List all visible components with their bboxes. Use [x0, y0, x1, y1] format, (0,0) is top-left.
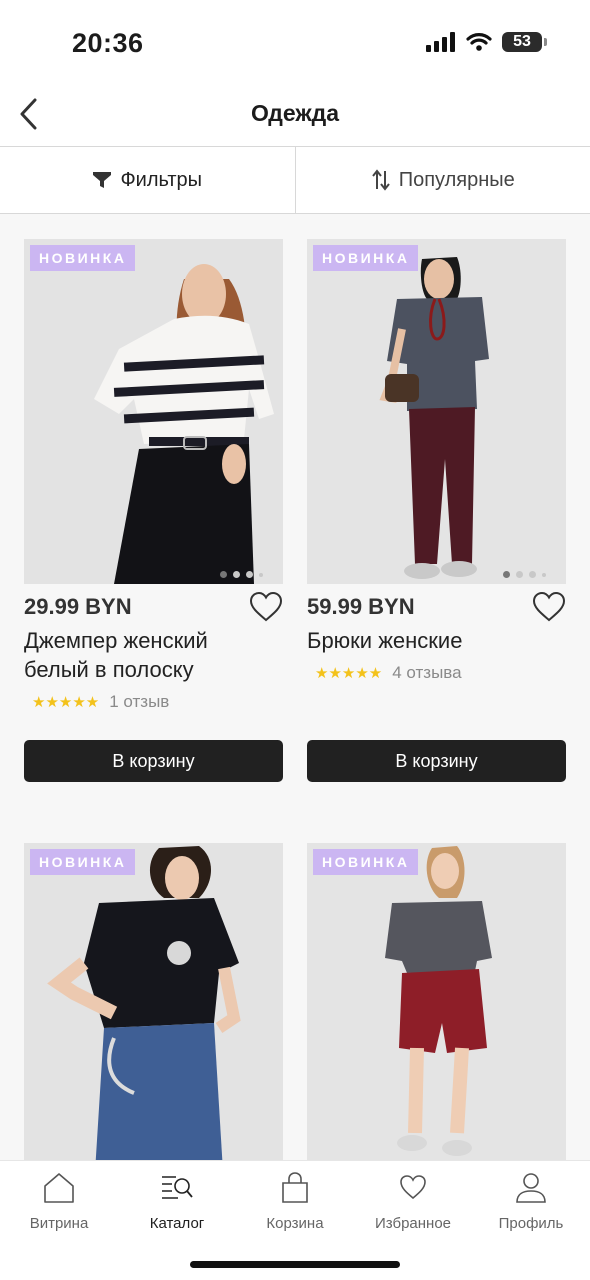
product-name-line: Джемпер женский — [24, 628, 208, 653]
add-to-cart-button[interactable]: В корзину — [307, 740, 566, 782]
new-badge: НОВИНКА — [30, 245, 136, 271]
product-name-line: белый в полоску — [24, 657, 194, 682]
funnel-icon — [93, 172, 112, 188]
signal-icon — [426, 32, 455, 52]
filter-bar: Фильтры Популярные — [0, 146, 590, 214]
product-card[interactable]: НОВИНКА — [24, 843, 283, 1160]
product-image[interactable]: НОВИНКА — [307, 843, 566, 1160]
pager-dot[interactable] — [233, 571, 240, 578]
pager-dot[interactable] — [516, 571, 523, 578]
profile-icon — [516, 1173, 546, 1203]
wifi-icon — [466, 33, 492, 51]
pager-dot[interactable] — [246, 571, 253, 578]
new-badge: НОВИНКА — [313, 849, 419, 875]
pager-dot[interactable] — [503, 571, 510, 578]
status-bar: 20:36 53 — [0, 0, 590, 90]
review-count: 4 отзыва — [392, 663, 462, 682]
product-name-line: Брюки женские — [307, 628, 463, 653]
product-grid: НОВИНКА 29.99 BYN Джемпер женский белый … — [0, 214, 590, 1160]
heart-icon — [400, 1175, 426, 1200]
product-photo-striped-jumper — [24, 239, 283, 584]
favorite-button[interactable] — [249, 591, 283, 624]
status-time: 20:36 — [72, 28, 144, 58]
filters-button[interactable]: Фильтры — [0, 147, 296, 213]
price-row: 29.99 BYN — [24, 591, 283, 624]
tab-label: Профиль — [498, 1215, 564, 1232]
product-name[interactable]: Джемпер женский белый в полоску — [24, 626, 283, 684]
sort-label: Популярные — [398, 168, 515, 191]
product-image[interactable]: НОВИНКА — [24, 239, 283, 584]
tab-label: Корзина — [266, 1215, 324, 1232]
battery-icon: 53 — [502, 32, 547, 52]
page-title: Одежда — [250, 100, 340, 126]
sort-button[interactable]: Популярные — [296, 147, 590, 213]
sort-arrows-icon — [371, 169, 390, 191]
product-image[interactable]: НОВИНКА — [307, 239, 566, 584]
product-card[interactable]: НОВИНКА — [307, 843, 566, 1160]
product-photo-red-shorts — [307, 843, 566, 1160]
pager-dot[interactable] — [542, 572, 546, 577]
product-photo-black-tee — [24, 843, 283, 1160]
status-icons: 53 — [426, 32, 547, 52]
home-indicator[interactable] — [190, 1261, 400, 1268]
pager-dot[interactable] — [529, 571, 536, 578]
tab-label: Каталог — [149, 1215, 205, 1232]
star-rating: ★★★★★ — [315, 665, 383, 682]
image-pager[interactable] — [220, 571, 263, 578]
heart-icon — [249, 591, 283, 622]
product-rating[interactable]: ★★★★★ 4 отзыва — [315, 663, 566, 683]
home-icon — [44, 1173, 74, 1203]
pager-dot[interactable] — [220, 571, 227, 578]
review-count: 1 отзыв — [109, 692, 170, 711]
price-row: 59.99 BYN — [307, 591, 566, 624]
favorite-button[interactable] — [532, 591, 566, 624]
product-card[interactable]: НОВИНКА 59.99 BYN Брюки женские ★★★★★ 4 … — [307, 239, 566, 782]
new-badge: НОВИНКА — [313, 245, 419, 271]
product-rating[interactable]: ★★★★★ 1 отзыв — [32, 692, 283, 712]
catalog-search-icon — [162, 1176, 193, 1199]
pager-dot[interactable] — [259, 572, 263, 577]
header: Одежда — [0, 88, 590, 146]
star-rating: ★★★★★ — [32, 694, 100, 711]
product-name[interactable]: Брюки женские — [307, 626, 566, 655]
add-to-cart-button[interactable]: В корзину — [24, 740, 283, 782]
product-photo-trousers — [307, 239, 566, 584]
new-badge: НОВИНКА — [30, 849, 136, 875]
product-image[interactable]: НОВИНКА — [24, 843, 283, 1160]
product-card[interactable]: НОВИНКА 29.99 BYN Джемпер женский белый … — [24, 239, 283, 782]
bag-icon — [282, 1172, 308, 1203]
product-price: 29.99 BYN — [24, 594, 132, 619]
product-price: 59.99 BYN — [307, 594, 415, 619]
heart-icon — [532, 591, 566, 622]
tab-profile[interactable]: Профиль — [472, 1161, 590, 1280]
image-pager[interactable] — [503, 571, 546, 578]
tab-label: Витрина — [29, 1215, 89, 1232]
tab-showcase[interactable]: Витрина — [0, 1161, 118, 1280]
filters-label: Фильтры — [120, 168, 203, 191]
tab-label: Избранное — [374, 1215, 452, 1232]
